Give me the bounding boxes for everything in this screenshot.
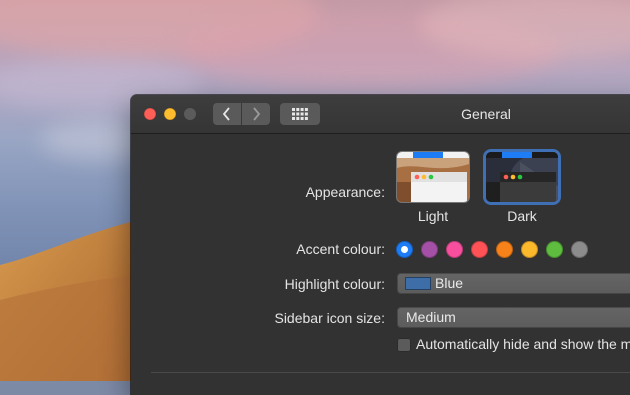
preferences-window: General Appearance: Light Dark Accent co…	[131, 95, 630, 395]
chevron-left-icon	[222, 107, 230, 121]
sidebar-icon-size-value: Medium	[406, 309, 456, 325]
accent-colour-swatch[interactable]	[546, 241, 563, 258]
appearance-dark-thumbnail[interactable]	[486, 152, 558, 202]
chevron-right-icon	[253, 107, 261, 121]
sidebar-icon-size-label: Sidebar icon size:	[274, 310, 385, 326]
auto-hide-menubar-label: Automatically hide and show the m	[416, 336, 630, 352]
accent-colour-swatch[interactable]	[571, 241, 588, 258]
accent-colour-swatch[interactable]	[521, 241, 538, 258]
sidebar-icon-size-popup[interactable]: Medium	[397, 307, 630, 328]
title-bar: General	[131, 95, 630, 134]
appearance-light-label: Light	[417, 208, 449, 224]
appearance-label: Appearance:	[305, 184, 385, 200]
show-all-button[interactable]	[280, 103, 320, 125]
close-icon[interactable]	[144, 108, 156, 120]
highlight-colour-value: Blue	[435, 275, 464, 291]
highlight-colour-swatch	[405, 277, 431, 290]
accent-colour-swatch[interactable]	[471, 241, 488, 258]
highlight-colour-label: Highlight colour:	[284, 276, 385, 292]
accent-colour-label: Accent colour:	[296, 241, 385, 257]
back-button[interactable]	[213, 103, 241, 125]
zoom-icon[interactable]	[184, 108, 196, 120]
forward-button[interactable]	[242, 103, 270, 125]
window-title: General	[461, 106, 511, 122]
minimize-icon[interactable]	[164, 108, 176, 120]
accent-colour-swatch[interactable]	[421, 241, 438, 258]
section-divider	[151, 372, 630, 373]
accent-colour-swatch[interactable]	[396, 241, 413, 258]
accent-colour-swatches	[396, 241, 588, 258]
highlight-colour-popup[interactable]: Blue	[397, 273, 630, 294]
grid-icon	[292, 108, 308, 120]
auto-hide-menubar-checkbox[interactable]	[397, 338, 411, 352]
appearance-light-thumbnail[interactable]	[397, 152, 469, 202]
accent-colour-swatch[interactable]	[446, 241, 463, 258]
accent-colour-swatch[interactable]	[496, 241, 513, 258]
appearance-dark-label: Dark	[507, 208, 537, 224]
